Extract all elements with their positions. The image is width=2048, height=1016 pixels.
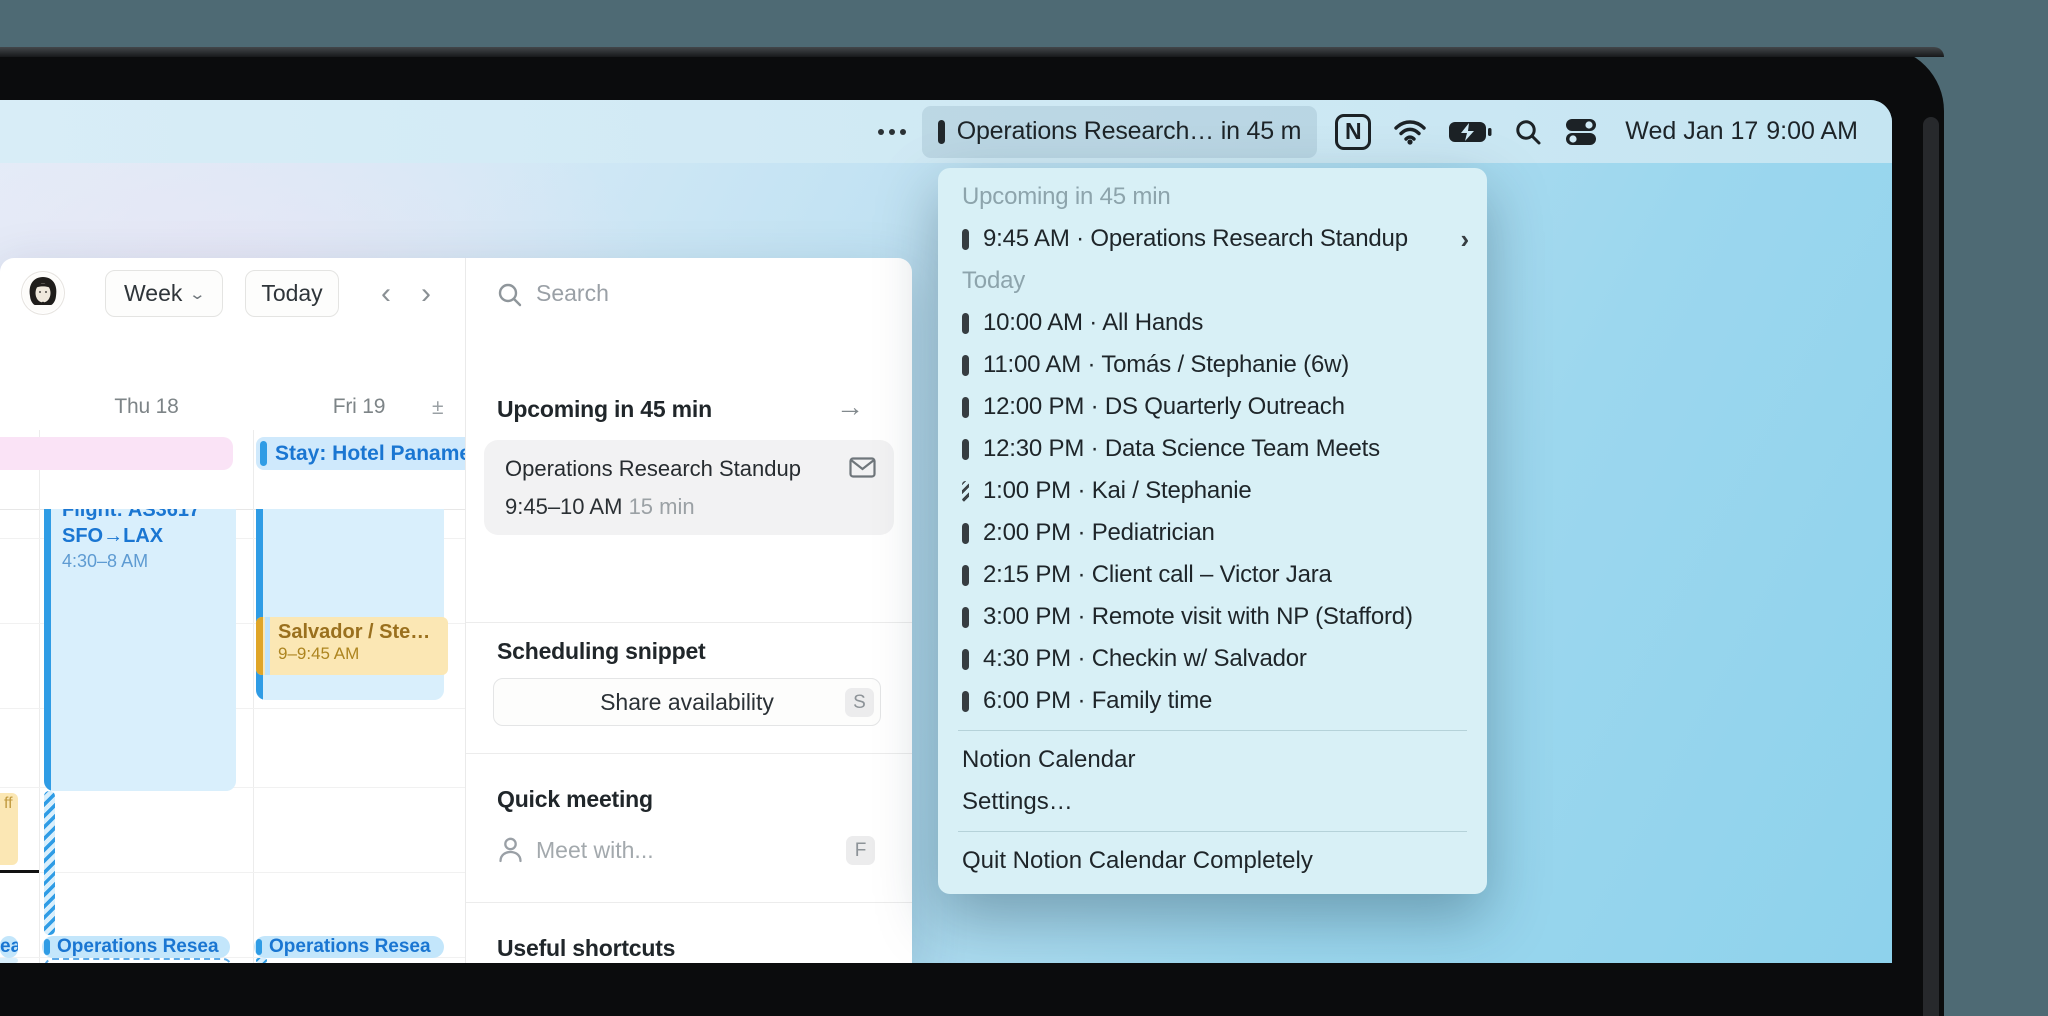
quick-meeting-heading: Quick meeting [497,786,653,812]
menu-item-notion-calendar[interactable]: Notion Calendar [938,739,1487,781]
allday-event-pink[interactable] [0,437,233,470]
tray-menu-item[interactable]: 12:00 PM · DS Quarterly Outreach [938,386,1487,428]
chevron-right-icon: › [1460,223,1470,254]
busy-hatched-block-thu[interactable] [44,791,55,935]
mockup-frame: Operations Research… in 45 m N Wed Jan 1… [0,0,2048,1016]
tray-menu-item[interactable]: 1:00 PM · Kai / Stephanie [938,470,1487,512]
event-color-bar [962,480,969,502]
scheduling-heading: Scheduling snippet [497,638,706,664]
device-bezel: Operations Research… in 45 m N Wed Jan 1… [0,47,1944,1016]
event-color-bar [962,648,969,670]
tray-menu-item[interactable]: 3:00 PM · Remote visit with NP (Stafford… [938,596,1487,638]
view-switcher-week[interactable]: Week ⌄ [105,270,223,317]
column-divider [39,430,40,963]
day-header-thu18[interactable]: Thu 18 [39,394,254,420]
event-duration: 15 min [628,494,695,519]
upcoming-event-card[interactable]: Operations Research Standup 9:45–10 AM 1… [484,440,894,535]
tray-menu-item[interactable]: 9:45 AM · Operations Research Standup › [938,218,1487,260]
event-color-bar [44,509,51,791]
tray-menu-item[interactable]: 2:00 PM · Pediatrician [938,512,1487,554]
meet-with-input[interactable]: Meet with... [536,837,654,864]
timezone-toggle-icon[interactable]: ± [432,396,444,420]
tray-menu-item[interactable]: 11:00 AM · Tomás / Stephanie (6w) [938,344,1487,386]
event-flight[interactable]: Flight: AS3617 SFO→LAX 4:30–8 AM [44,509,236,791]
section-divider [466,622,912,623]
menu-divider [958,730,1467,731]
tray-menu-item[interactable]: Today [938,260,1487,302]
tray-menu-item[interactable]: Upcoming in 45 min [938,176,1487,218]
event-color-bar [962,228,969,250]
event-color-bar [962,690,969,712]
search-input[interactable]: Search [536,280,609,307]
event-color-bar [962,606,969,628]
chevron-down-icon: ⌄ [188,285,207,303]
shortcut-key-f: F [846,836,875,865]
event-color-bar [962,396,969,418]
event-color-bar [962,312,969,334]
screen: Operations Research… in 45 m N Wed Jan 1… [0,100,1892,963]
arrow-right-icon[interactable]: → [836,391,864,423]
spotlight-search-icon[interactable] [1514,118,1542,146]
menu-divider [958,831,1467,832]
prev-period-button[interactable]: ‹ [365,270,407,317]
section-divider [466,753,912,754]
event-color-bar [962,438,969,460]
tray-menu-item[interactable]: 6:00 PM · Family time [938,680,1487,722]
notion-calendar-tray-menu: Upcoming in 45 min 9:45 AM · Operations … [938,168,1487,894]
tray-menu-item[interactable]: 12:30 PM · Data Science Team Meets [938,428,1487,470]
event-clipped-yellow[interactable]: ff [0,793,18,865]
tray-menu-item[interactable]: 4:30 PM · Checkin w/ Salvador [938,638,1487,680]
today-button[interactable]: Today [245,270,339,317]
battery-charging-icon[interactable] [1448,120,1492,144]
menubar-clock[interactable]: 9:00 AM [1766,117,1858,146]
menubar-date[interactable]: Wed Jan 17 [1625,117,1758,146]
event-pill-ops-fri[interactable]: Operations Resea [254,936,444,958]
event-pill-clipped[interactable]: ea [0,936,18,958]
allday-event-stay[interactable]: Stay: Hotel Panamer [256,437,465,470]
event-salvador[interactable]: Salvador / Ste… 9–9:45 AM [256,617,448,675]
upcoming-heading: Upcoming in 45 min [497,396,712,422]
notion-calendar-status-item[interactable]: Operations Research… in 45 m [921,105,1318,158]
panel-divider [465,258,466,963]
tray-menu-item[interactable]: 10:00 AM · All Hands [938,302,1487,344]
hour-gridline [0,872,465,873]
event-bar-icon [937,119,945,144]
menu-bar: Operations Research… in 45 m N Wed Jan 1… [0,100,1892,163]
event-color-bar [962,522,969,544]
event-clipped-blue[interactable] [0,958,18,963]
busy-hatched-block-fri[interactable] [256,958,267,963]
event-pill-ops-thu[interactable]: Operations Resea [42,936,230,958]
notion-app-icon[interactable]: N [1335,113,1372,150]
menu-item-settings[interactable]: Settings… [938,781,1487,823]
search-icon [498,283,522,307]
column-divider [253,430,254,963]
email-icon[interactable] [849,457,876,478]
control-center-icon[interactable] [1564,117,1598,147]
tray-menu-item[interactable]: 2:15 PM · Client call – Victor Jara [938,554,1487,596]
status-item-label: Operations Research… in 45 m [956,117,1302,145]
share-availability-button[interactable]: Share availability [493,678,881,726]
event-color-bar [260,441,267,466]
section-divider [466,902,912,903]
current-time-indicator [0,870,39,873]
more-menu-extras-icon[interactable] [877,128,906,135]
avatar[interactable] [22,272,64,314]
bezel-edge [1923,117,1939,1016]
tray-event-list: Upcoming in 45 min 9:45 AM · Operations … [938,176,1487,722]
shortcuts-heading: Useful shortcuts [497,935,676,961]
event-color-bar [962,354,969,376]
event-liam-stephanie[interactable]: Liam / Stephanie [44,958,232,963]
shortcut-key-s: S [845,688,874,717]
person-icon [499,837,522,863]
calendar-window: Week ⌄ Today ‹ › Thu 18 Fri 19 ± Stay: H… [0,258,912,963]
wifi-icon[interactable] [1394,119,1426,145]
next-period-button[interactable]: › [405,270,447,317]
event-color-bar [962,564,969,586]
menu-item-quit[interactable]: Quit Notion Calendar Completely [938,840,1487,882]
